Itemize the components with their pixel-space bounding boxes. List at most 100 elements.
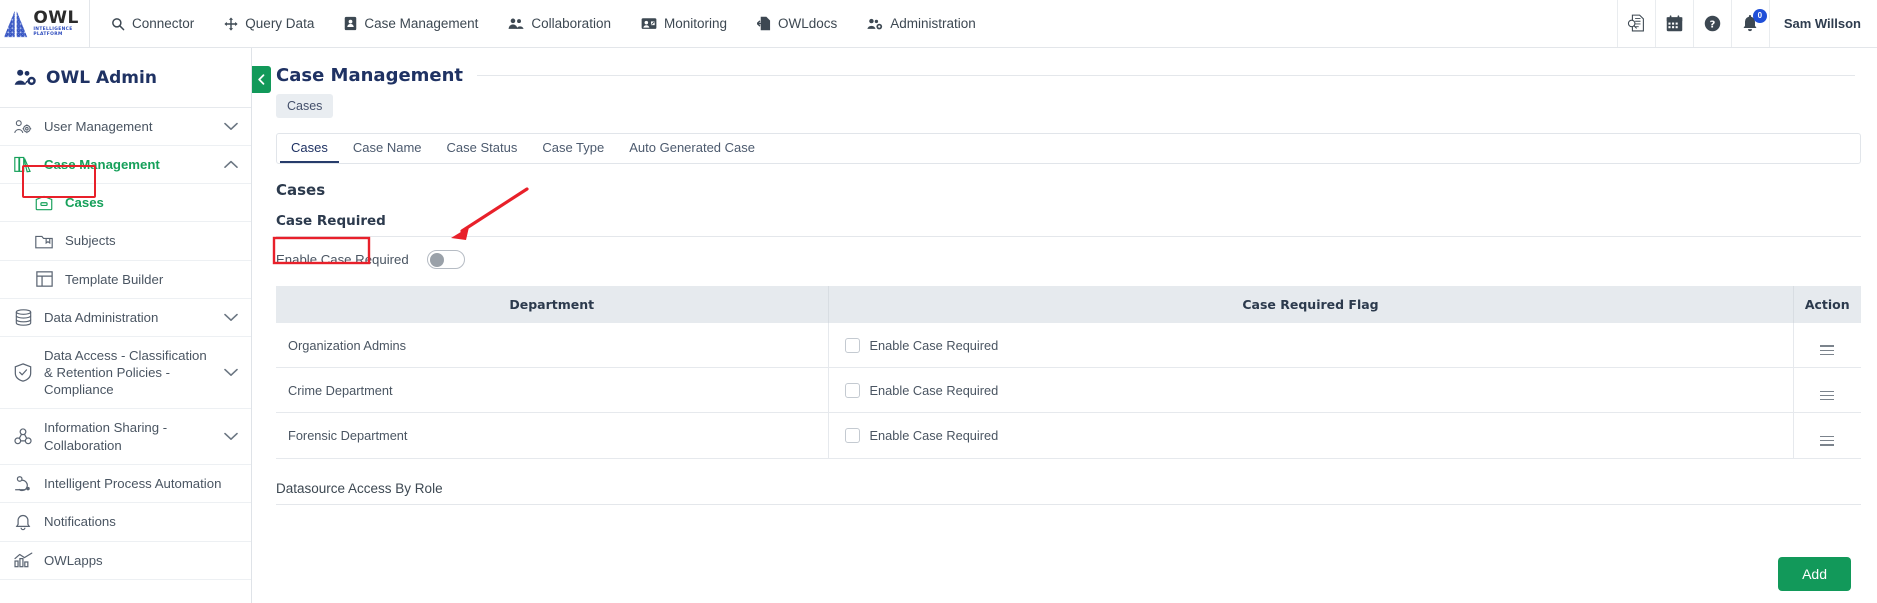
- datasource-access-title: Datasource Access By Role: [276, 481, 1861, 505]
- sidebar-item-label: User Management: [44, 119, 153, 134]
- sidebar-item-label: Case Management: [44, 157, 160, 173]
- monitor-person-icon: [641, 17, 657, 29]
- case-required-section: Case Required: [276, 213, 1861, 237]
- add-button[interactable]: Add: [1778, 557, 1851, 591]
- sidebar-item-notifications[interactable]: Notifications: [0, 503, 251, 542]
- case-required-checkbox-label: Enable Case Required: [869, 337, 999, 353]
- audit-document-icon[interactable]: [1616, 0, 1655, 47]
- primary-nav-items: Connector Query Data Case Management Col…: [90, 0, 1617, 47]
- cell-action: [1793, 323, 1861, 369]
- sidebar-item-cases[interactable]: Cases: [0, 184, 251, 223]
- tab-case-type[interactable]: Case Type: [531, 135, 615, 163]
- help-question-glyph-icon: ?: [1704, 15, 1721, 32]
- user-name-label: Sam Willson: [1783, 16, 1861, 31]
- app-logo[interactable]: OWL INTELLIGENCE PLATFORM: [0, 0, 90, 47]
- people-gear-icon: [14, 69, 36, 86]
- sidebar-item-subjects[interactable]: Subjects: [0, 222, 251, 261]
- tab-case-name[interactable]: Case Name: [342, 135, 433, 163]
- sidebar-header: OWL Admin: [0, 48, 251, 108]
- cell-action: [1793, 412, 1861, 459]
- help-icon[interactable]: ?: [1692, 0, 1731, 47]
- case-required-checkbox[interactable]: [844, 382, 860, 398]
- breadcrumb-item-cases[interactable]: Cases: [276, 94, 334, 118]
- hamburger-menu-icon[interactable]: [1820, 390, 1835, 401]
- cell-department: Forensic Department: [276, 412, 829, 459]
- table-row[interactable]: Forensic Department Enable Case Required: [276, 412, 1861, 459]
- nav-item-monitoring[interactable]: Monitoring: [626, 0, 742, 48]
- shield-check-icon: [13, 363, 33, 382]
- departments-table: Department Case Required Flag Action Org…: [276, 286, 1861, 459]
- column-header-case-required-flag[interactable]: Case Required Flag: [828, 286, 1794, 323]
- sidebar-item-user-management[interactable]: User Management: [0, 108, 251, 147]
- sidebar-item-data-administration[interactable]: Data Administration: [0, 299, 251, 337]
- nav-label: Monitoring: [663, 16, 727, 31]
- column-header-action[interactable]: Action: [1793, 286, 1861, 323]
- table-row[interactable]: Crime Department Enable Case Required: [276, 367, 1861, 414]
- nav-item-case-management[interactable]: Case Management: [329, 0, 493, 48]
- audit-document-glyph-icon: [1628, 14, 1645, 32]
- hamburger-menu-icon[interactable]: [1820, 435, 1835, 446]
- notifications-bell-icon[interactable]: 0: [1730, 0, 1769, 47]
- nav-label: Query Data: [245, 16, 315, 31]
- tab-case-status[interactable]: Case Status: [436, 135, 529, 163]
- cell-case-required-flag: Enable Case Required: [828, 323, 1794, 369]
- sidebar-item-label: Information Sharing - Collaboration: [44, 420, 168, 453]
- owl-logo-mark-icon: [3, 10, 27, 37]
- cell-department: Crime Department: [276, 367, 829, 414]
- sidebar-item-label: Intelligent Process Automation: [44, 475, 222, 491]
- sidebar-item-data-access-classification[interactable]: Data Access - Classification & Retention…: [0, 337, 251, 410]
- nav-item-query-data[interactable]: Query Data: [209, 0, 329, 48]
- top-navigation-bar: OWL INTELLIGENCE PLATFORM Connector Quer…: [0, 0, 1877, 48]
- chevron-up-icon: [224, 157, 238, 172]
- page-title: Case Management: [276, 65, 464, 86]
- database-icon: [13, 309, 33, 326]
- main-content-area: Case Management Cases Cases Case Name Ca…: [252, 48, 1877, 603]
- nav-label: Administration: [890, 16, 976, 31]
- chevron-left-icon: [258, 74, 265, 85]
- enable-case-required-toggle[interactable]: [426, 250, 465, 269]
- calendar-icon[interactable]: [1654, 0, 1693, 47]
- folder-bookmark-icon: [34, 234, 54, 249]
- sidebar-item-template-builder[interactable]: Template Builder: [0, 261, 251, 299]
- nav-item-connector[interactable]: Connector: [96, 0, 209, 48]
- sidebar-item-label: Subjects: [65, 233, 116, 249]
- case-required-checkbox[interactable]: [844, 427, 860, 443]
- table-row[interactable]: Organization Admins Enable Case Required: [276, 323, 1861, 369]
- top-nav-right-actions: ? 0 Sam Willson: [1616, 0, 1877, 47]
- sidebar-item-label: Data Administration: [44, 309, 159, 325]
- sidebar-item-intelligent-process-automation[interactable]: Intelligent Process Automation: [0, 465, 251, 503]
- table-head: Department Case Required Flag Action: [276, 286, 1861, 323]
- chevron-down-icon: [224, 119, 238, 134]
- sidebar-item-owlapps[interactable]: OWLapps: [0, 542, 251, 581]
- admin-gear-people-icon: [867, 18, 883, 29]
- tab-auto-generated-case[interactable]: Auto Generated Case: [618, 135, 766, 163]
- table-header-row: Department Case Required Flag Action: [276, 286, 1861, 323]
- hamburger-menu-icon[interactable]: [1820, 345, 1835, 356]
- sidebar-item-information-sharing[interactable]: Information Sharing - Collaboration: [0, 409, 251, 465]
- user-menu[interactable]: Sam Willson: [1768, 0, 1877, 47]
- chevron-down-icon: [224, 365, 238, 380]
- nav-item-owldocs[interactable]: OWLdocs: [742, 0, 852, 48]
- share-nodes-icon: [13, 428, 33, 445]
- sidebar-collapse-button[interactable]: [252, 66, 271, 93]
- table-body: Organization Admins Enable Case Required: [276, 323, 1861, 459]
- users-gear-icon: [13, 119, 33, 135]
- sidebar-item-case-management[interactable]: Case Management: [0, 146, 251, 185]
- sidebar-item-label: OWLapps: [44, 552, 103, 568]
- tab-cases[interactable]: Cases: [280, 135, 339, 163]
- chevron-down-icon: [224, 429, 238, 444]
- section-title-cases: Cases: [276, 181, 326, 199]
- nav-item-administration[interactable]: Administration: [852, 0, 991, 48]
- cell-case-required-flag: Enable Case Required: [828, 367, 1794, 414]
- case-box-icon: [34, 195, 54, 211]
- move-arrows-icon: [224, 16, 238, 31]
- nav-label: Case Management: [364, 16, 479, 31]
- sidebar-navigation: OWL Admin User Management Case Managemen…: [0, 48, 252, 603]
- header-divider: [477, 75, 1855, 76]
- cell-action: [1793, 367, 1861, 414]
- nav-item-collaboration[interactable]: Collaboration: [493, 0, 626, 48]
- column-header-department[interactable]: Department: [276, 286, 829, 323]
- app-layout: OWL Admin User Management Case Managemen…: [0, 48, 1877, 603]
- calendar-glyph-icon: [1666, 15, 1683, 32]
- case-required-checkbox[interactable]: [844, 337, 860, 353]
